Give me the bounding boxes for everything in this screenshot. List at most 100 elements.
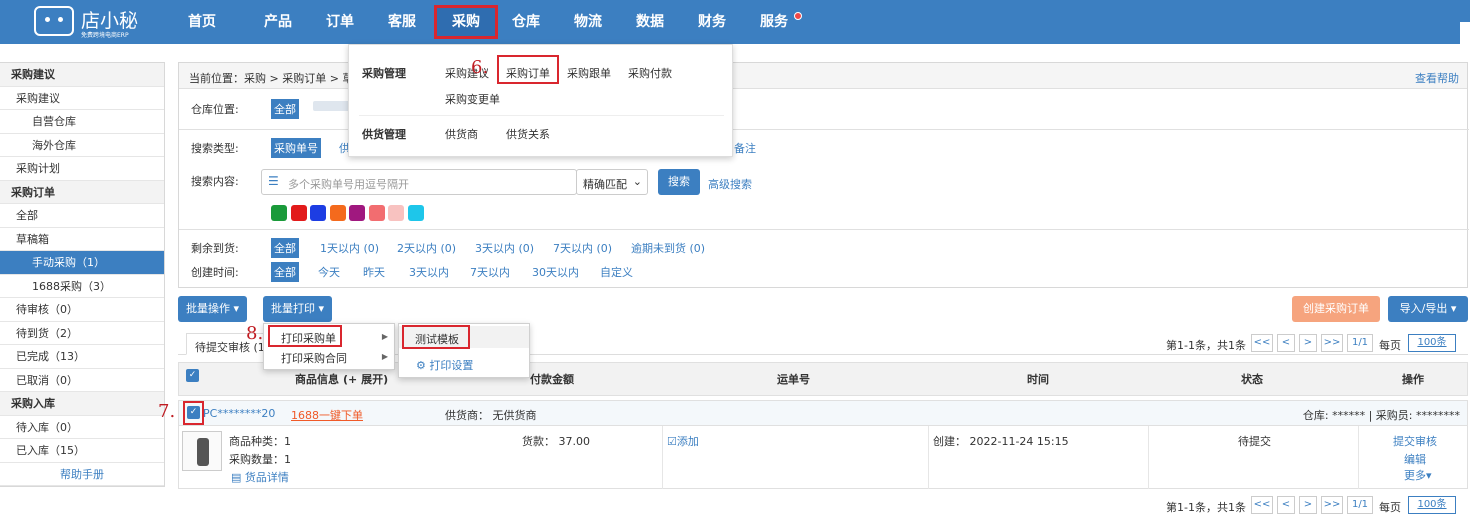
nav-home[interactable]: 首页: [171, 0, 233, 44]
nav-products[interactable]: 产品: [247, 0, 309, 44]
logo[interactable]: 店小秘 免费跨境电商ERP: [34, 6, 138, 39]
edit-icon: ☑: [667, 435, 677, 448]
sidebar-item[interactable]: 采购建议: [0, 87, 164, 110]
sidebar-item[interactable]: 待审核（0）: [0, 298, 164, 322]
color-tag-chip[interactable]: [290, 205, 307, 221]
created-all[interactable]: 全部: [271, 262, 299, 282]
per-page-select[interactable]: 100条: [1408, 496, 1456, 514]
search-content-label: 搜索内容:: [191, 175, 239, 188]
search-type-note[interactable]: 备注: [734, 140, 756, 156]
sidebar-item[interactable]: 手动采购（1）: [0, 251, 164, 275]
created-7day[interactable]: 7天以内: [470, 264, 510, 280]
arrival-overdue[interactable]: 逾期未到货 (0): [631, 240, 705, 256]
sidebar-item[interactable]: 采购计划: [0, 157, 164, 181]
add-waybill-link[interactable]: ☑添加: [667, 433, 699, 449]
highlight-print-order: [268, 325, 342, 347]
nav-services[interactable]: 服务: [743, 0, 805, 44]
color-tag-chip[interactable]: [329, 205, 346, 221]
created-custom[interactable]: 自定义: [600, 264, 633, 280]
created-today[interactable]: 今天: [318, 264, 340, 280]
create-order-button[interactable]: 创建采购订单: [1292, 296, 1380, 322]
caret-right-icon: ▶: [381, 332, 388, 341]
sidebar-item[interactable]: 草稿箱: [0, 228, 164, 251]
color-tag-chip[interactable]: [271, 205, 287, 221]
side-tab[interactable]: [1460, 22, 1470, 44]
page-first-button[interactable]: <<: [1251, 496, 1273, 514]
select-all-checkbox[interactable]: ✓: [186, 369, 199, 382]
more-label: 更多: [1404, 469, 1426, 482]
page-next-button[interactable]: >: [1299, 496, 1317, 514]
sidebar-item[interactable]: 待入库（0）: [0, 416, 164, 439]
print-settings-label: 打印设置: [429, 359, 474, 372]
menu-purchase-tracking[interactable]: 采购跟单: [567, 65, 611, 81]
sidebar-item[interactable]: 海外仓库: [0, 134, 164, 157]
per-page-label: 每页: [1379, 339, 1401, 352]
menu-purchase-change[interactable]: 采购变更单: [445, 91, 500, 107]
warehouse-buyer: 仓库: ****** | 采购员: ********: [1302, 409, 1460, 422]
more-link[interactable]: 更多▾: [1404, 467, 1432, 483]
page-prev-button[interactable]: <: [1277, 496, 1295, 514]
color-tag-chip[interactable]: [310, 205, 326, 221]
product-thumbnail[interactable]: [182, 431, 222, 471]
advanced-search-link[interactable]: 高级搜索: [708, 176, 752, 192]
search-type-order-no[interactable]: 采购单号: [271, 138, 321, 158]
menu-supplier[interactable]: 供货商: [445, 126, 478, 142]
arrival-7day[interactable]: 7天以内 (0): [553, 240, 612, 256]
page-prev-button[interactable]: <: [1277, 334, 1295, 352]
menu-print-contract[interactable]: 打印采购合同: [281, 350, 347, 366]
arrival-all[interactable]: 全部: [271, 238, 299, 258]
order-number[interactable]: PC********20: [203, 407, 275, 420]
edit-link[interactable]: 编辑: [1404, 451, 1426, 467]
created-30day[interactable]: 30天以内: [532, 264, 579, 280]
color-tag-chip[interactable]: [349, 205, 365, 221]
page-indicator[interactable]: 1/1: [1347, 334, 1373, 352]
sidebar-item[interactable]: 已取消（0）: [0, 369, 164, 392]
arrival-3day[interactable]: 3天以内 (0): [475, 240, 534, 256]
sidebar-item[interactable]: 1688采购（3）: [0, 275, 164, 298]
help-link[interactable]: 查看帮助: [1415, 70, 1459, 86]
sidebar-item[interactable]: 待到货（2）: [0, 322, 164, 345]
search-input[interactable]: ☰ 多个采购单号用逗号隔开: [261, 169, 577, 195]
nav-purchase[interactable]: 采购: [434, 5, 498, 39]
pagination-summary: 第1-1条，共1条: [1166, 339, 1246, 352]
goods-details-link[interactable]: ▤ 货品详情: [231, 469, 289, 485]
nav-warehouse[interactable]: 仓库: [495, 0, 557, 44]
color-tag-chip[interactable]: [368, 205, 385, 221]
color-tag-chip[interactable]: [407, 205, 424, 221]
created-yesterday[interactable]: 昨天: [363, 264, 385, 280]
page-last-button[interactable]: >>: [1321, 334, 1343, 352]
color-tag-chip[interactable]: [388, 205, 404, 221]
menu-print-settings[interactable]: ⚙ 打印设置: [416, 357, 473, 373]
sidebar-item[interactable]: 全部: [0, 204, 164, 228]
page-next-button[interactable]: >: [1299, 334, 1317, 352]
warehouse-all[interactable]: 全部: [271, 99, 299, 119]
batch-print-button[interactable]: 批量打印 ▾: [263, 296, 333, 322]
sidebar-item[interactable]: 已入库（15）: [0, 439, 164, 463]
page-last-button[interactable]: >>: [1321, 496, 1343, 514]
page-indicator[interactable]: 1/1: [1347, 496, 1373, 514]
menu-supply-relation[interactable]: 供货关系: [506, 126, 550, 142]
nav-service[interactable]: 客服: [371, 0, 433, 44]
help-manual-link[interactable]: 帮助手册: [0, 463, 164, 486]
import-export-button[interactable]: 导入/导出 ▾: [1388, 296, 1468, 322]
batch-operation-button[interactable]: 批量操作 ▾: [178, 296, 248, 322]
blurred-warehouse: [313, 101, 353, 111]
nav-finance[interactable]: 财务: [681, 0, 743, 44]
menu-purchase-payment[interactable]: 采购付款: [628, 65, 672, 81]
per-page-select[interactable]: 100条: [1408, 334, 1456, 352]
nav-orders[interactable]: 订单: [309, 0, 371, 44]
arrival-2day[interactable]: 2天以内 (0): [397, 240, 456, 256]
order-row-header: [178, 400, 1468, 426]
sidebar-item[interactable]: 已完成（13）: [0, 345, 164, 369]
sidebar-item[interactable]: 自营仓库: [0, 110, 164, 134]
arrival-1day[interactable]: 1天以内 (0): [320, 240, 379, 256]
match-select[interactable]: 精确匹配 ⌄: [576, 169, 648, 195]
nav-logistics[interactable]: 物流: [557, 0, 619, 44]
nav-data[interactable]: 数据: [619, 0, 681, 44]
page-first-button[interactable]: <<: [1251, 334, 1273, 352]
1688-order-link[interactable]: 1688一键下单: [291, 407, 363, 423]
created-3day[interactable]: 3天以内: [409, 264, 449, 280]
search-button[interactable]: 搜索: [658, 169, 700, 195]
expand-link[interactable]: (+ 展开): [343, 371, 388, 387]
submit-review-link[interactable]: 提交审核: [1393, 433, 1437, 449]
